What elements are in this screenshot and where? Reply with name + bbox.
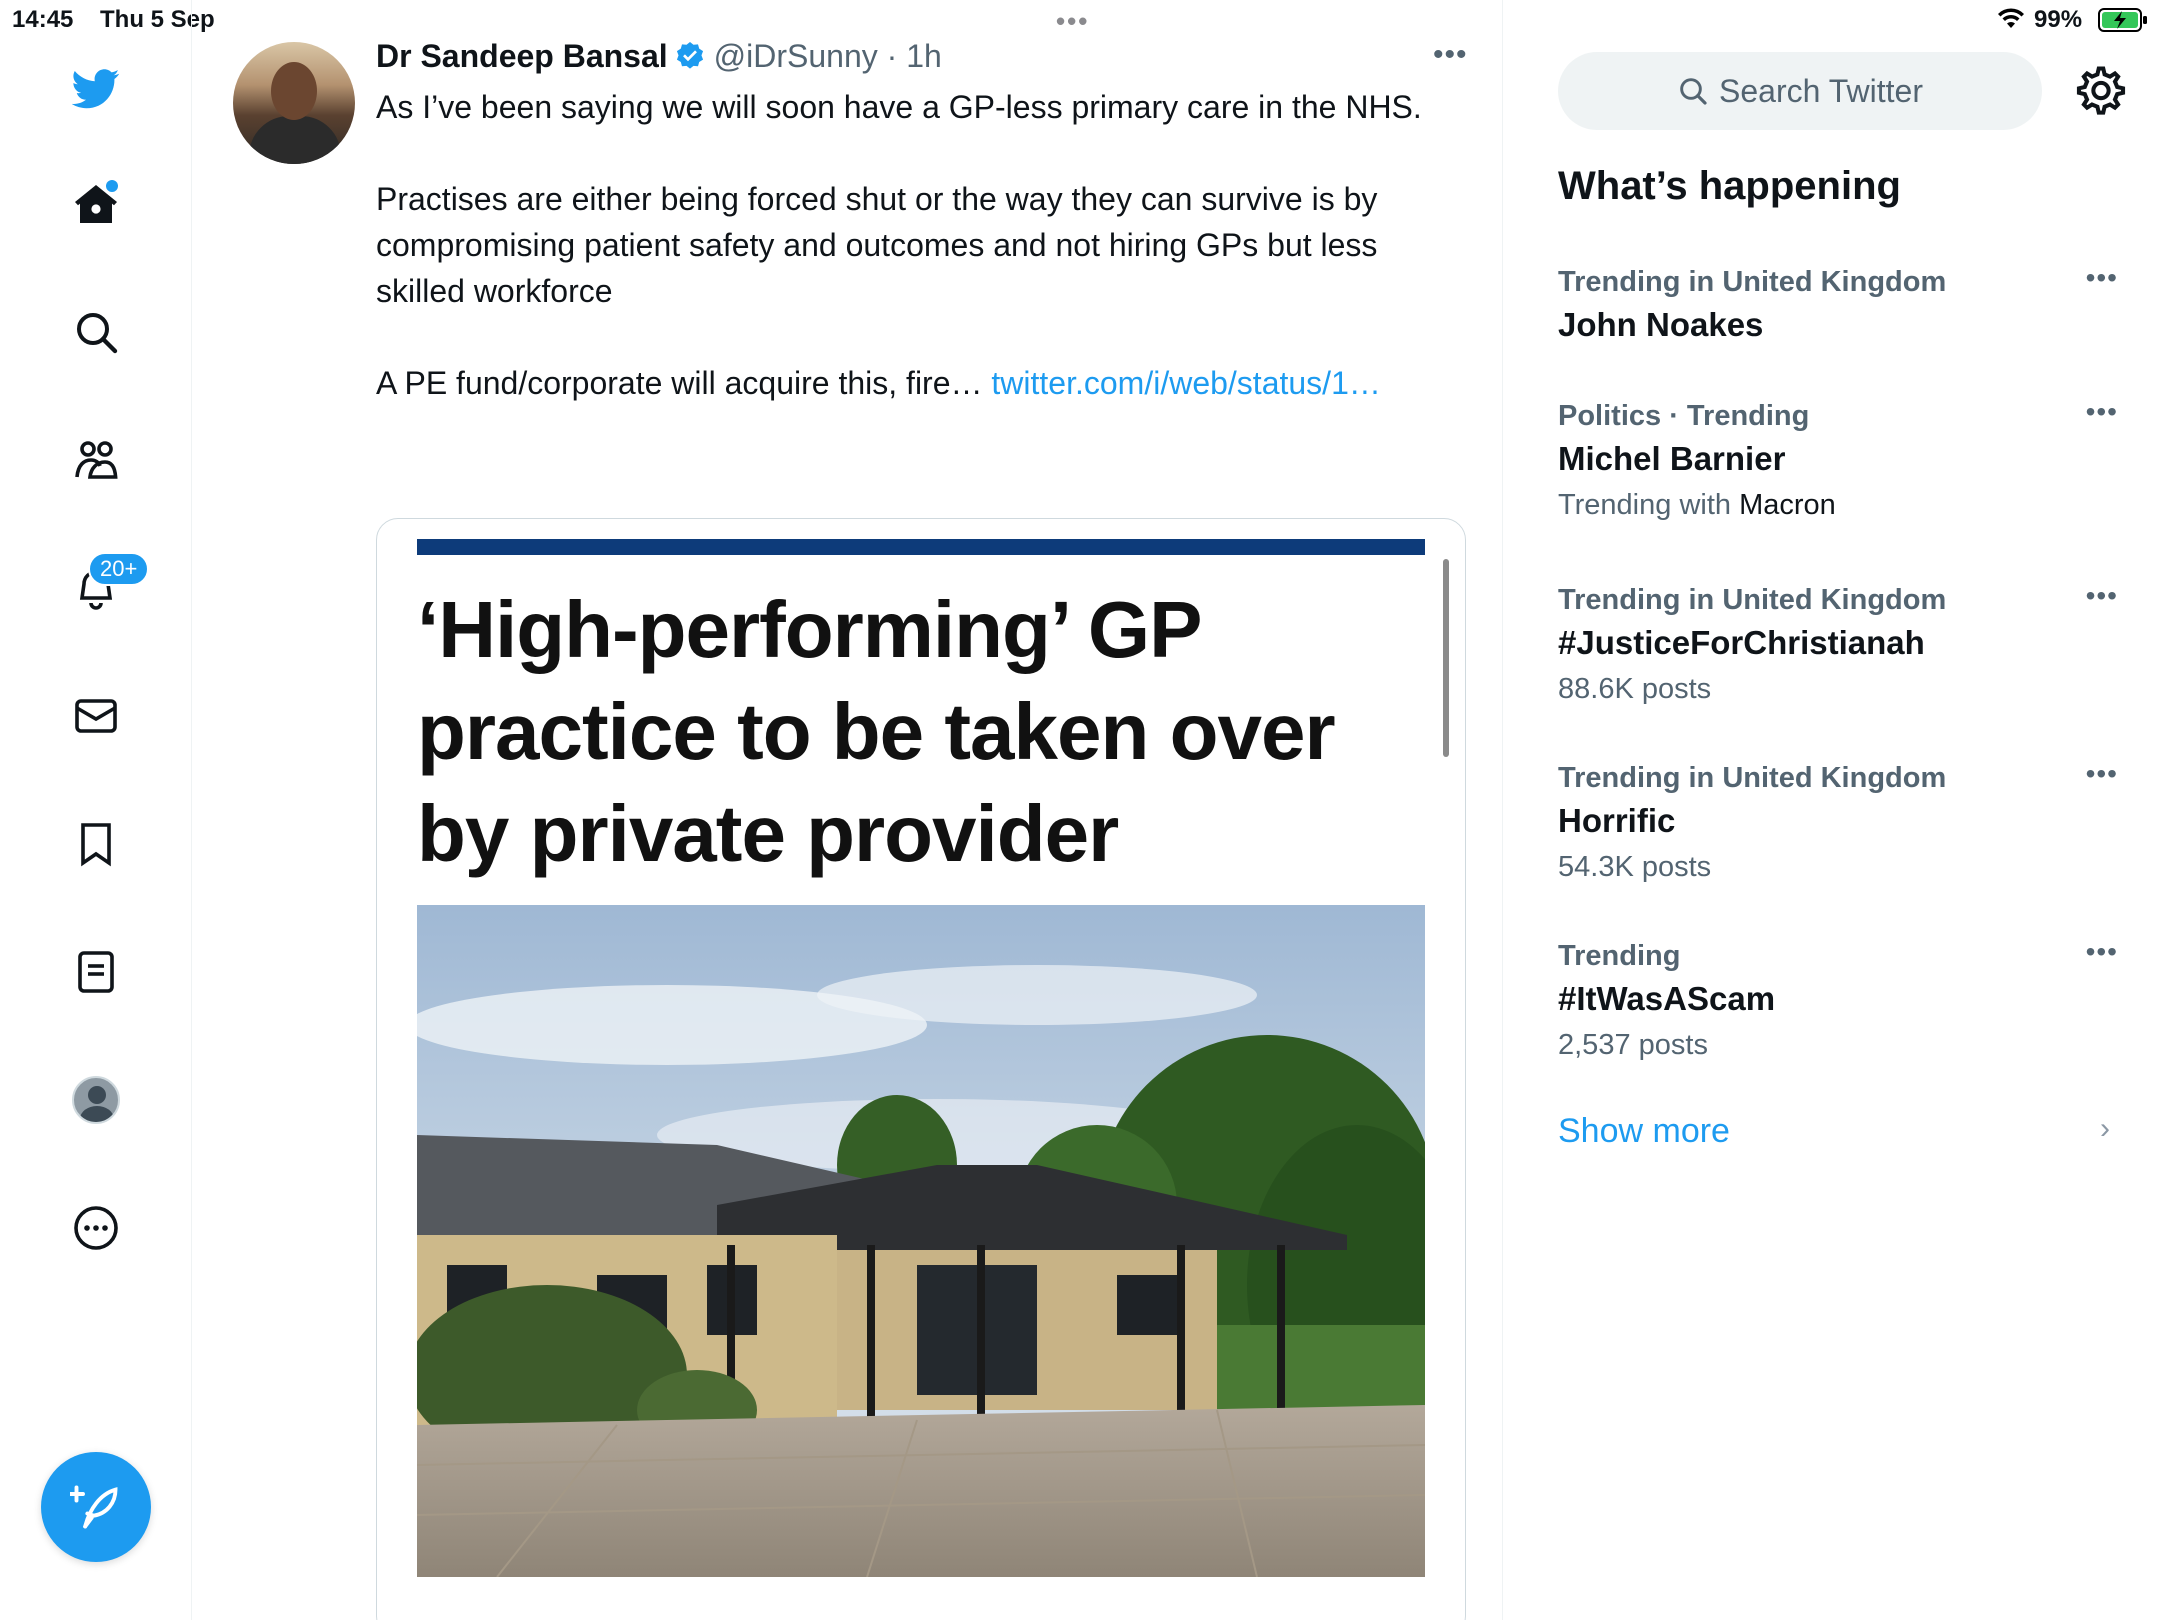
- twitter-logo-icon: [72, 69, 120, 109]
- trend-name: #JusticeForChristianah: [1558, 624, 1925, 661]
- search-icon: [77, 313, 118, 354]
- compose-icon: [70, 1485, 118, 1529]
- nav-bookmarks[interactable]: [56, 804, 136, 884]
- chevron-right-icon[interactable]: ›: [2100, 1112, 2110, 1146]
- author-name[interactable]: Dr Sandeep Bansal: [376, 38, 668, 75]
- more-icon: [74, 1206, 118, 1250]
- article-header-bar: [417, 539, 1425, 555]
- tweet-text: As I’ve been saying we will soon have a …: [376, 84, 1456, 452]
- search-input[interactable]: Search Twitter: [1558, 52, 2042, 130]
- tweet-media-image[interactable]: ‘High-performing’ GP practice to be take…: [376, 518, 1466, 1620]
- trend-item[interactable]: Trending in United Kingdom #JusticeForCh…: [1558, 580, 2118, 712]
- nav-communities[interactable]: [56, 420, 136, 500]
- nav-profile[interactable]: [56, 1060, 136, 1140]
- trend-post-count: 88.6K posts: [1558, 673, 1712, 705]
- trend-name: Horrific: [1558, 802, 1676, 839]
- trend-more-icon[interactable]: •••: [2086, 262, 2118, 294]
- media-scrollbar[interactable]: [1443, 559, 1449, 757]
- search-placeholder: Search Twitter: [1719, 72, 1923, 109]
- notifications-badge: 20+: [88, 552, 150, 586]
- trend-more-icon[interactable]: •••: [2086, 580, 2118, 612]
- profile-icon: [72, 1076, 120, 1124]
- nav-twitter-logo[interactable]: [56, 48, 136, 128]
- nav-messages[interactable]: [56, 676, 136, 756]
- tweet-paragraph-3-text: A PE fund/corporate will acquire this, f…: [376, 365, 992, 401]
- left-navigation: 20+: [0, 0, 192, 1620]
- home-unread-dot: [106, 180, 118, 192]
- search-icon: [1680, 78, 1707, 105]
- tweet-time-separator: ·: [877, 37, 907, 74]
- gp-practice-photo: [417, 905, 1425, 1577]
- article-headline: ‘High-performing’ GP practice to be take…: [417, 585, 1336, 878]
- trend-more-icon[interactable]: •••: [2086, 396, 2118, 428]
- nav-more[interactable]: [56, 1188, 136, 1268]
- trend-meta: Trending with Macron: [1558, 482, 2118, 528]
- tweet-paragraph-3: A PE fund/corporate will acquire this, f…: [376, 360, 1456, 406]
- trend-more-icon[interactable]: •••: [2086, 758, 2118, 790]
- trend-meta-prefix: Trending with: [1558, 489, 1740, 521]
- trend-item[interactable]: Trending #ItWasAScam 2,537 posts •••: [1558, 936, 2118, 1068]
- trend-context: Trending in United Kingdom: [1558, 266, 1947, 298]
- trend-item[interactable]: Trending in United Kingdom John Noakes •…: [1558, 262, 2118, 348]
- nav-lists[interactable]: [56, 932, 136, 1012]
- author-avatar[interactable]: [233, 42, 355, 164]
- author-handle[interactable]: @iDrSunny: [714, 38, 878, 75]
- trend-context: Trending in United Kingdom: [1558, 762, 1947, 794]
- tweet-paragraph-1: As I’ve been saying we will soon have a …: [376, 89, 1422, 125]
- trend-item[interactable]: Trending in United Kingdom Horrific 54.3…: [1558, 758, 2118, 890]
- trend-context: Trending in United Kingdom: [1558, 584, 1947, 616]
- trend-context: Politics · Trending: [1558, 400, 1810, 432]
- trend-post-count: 2,537 posts: [1558, 1029, 1708, 1061]
- timeline: Dr Sandeep Bansal @iDrSunny · 1h ••• As …: [193, 0, 1503, 1620]
- tweet-time[interactable]: 1h: [906, 38, 942, 75]
- trend-item[interactable]: Politics · Trending Michel Barnier Trend…: [1558, 396, 2118, 528]
- trend-related-term[interactable]: Macron: [1739, 489, 1836, 521]
- nav-notifications[interactable]: 20+: [56, 548, 150, 628]
- right-sidebar: Search Twitter What’s happening Trending…: [1504, 0, 2160, 1620]
- nav-home[interactable]: [56, 164, 136, 244]
- trend-more-icon[interactable]: •••: [2086, 936, 2118, 968]
- communities-icon: [75, 441, 118, 479]
- whats-happening-title: What’s happening: [1558, 164, 1901, 208]
- tweet-header: Dr Sandeep Bansal @iDrSunny · 1h: [376, 36, 942, 76]
- trend-name: John Noakes: [1558, 306, 1764, 343]
- trend-context: Trending: [1558, 940, 1681, 972]
- verified-badge-icon: [676, 42, 703, 69]
- trend-name: Michel Barnier: [1558, 440, 1786, 477]
- lists-icon: [78, 951, 114, 993]
- compose-tweet-button[interactable]: [41, 1452, 151, 1562]
- messages-icon: [75, 699, 117, 733]
- tweet-expand-link[interactable]: twitter.com/i/web/status/1…: [991, 365, 1380, 401]
- nav-explore[interactable]: [56, 292, 136, 372]
- settings-gear-icon[interactable]: [2074, 64, 2128, 118]
- tweet-more-options-icon[interactable]: •••: [1433, 38, 1468, 72]
- show-more-link[interactable]: Show more: [1558, 1112, 1730, 1151]
- trend-name: #ItWasAScam: [1558, 980, 1776, 1017]
- bookmarks-icon: [81, 823, 111, 867]
- tweet-paragraph-2: Practises are either being forced shut o…: [376, 181, 1378, 309]
- trend-post-count: 54.3K posts: [1558, 851, 1712, 883]
